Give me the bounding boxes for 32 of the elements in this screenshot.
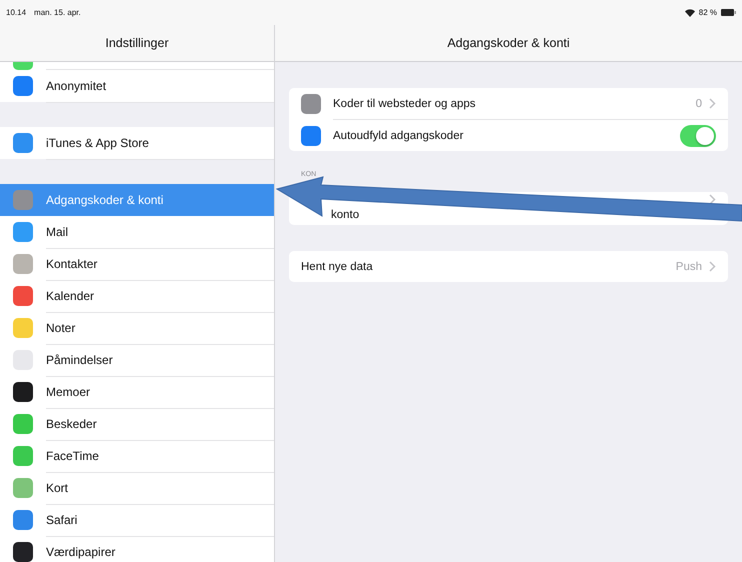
- battery-icon: [721, 9, 736, 16]
- sidebar-item[interactable]: iTunes & App Store: [0, 127, 274, 159]
- sidebar-item[interactable]: FaceTime: [0, 440, 274, 472]
- page-title: Adgangskoder & konti: [447, 36, 570, 50]
- sidebar-item[interactable]: Kort: [0, 472, 274, 504]
- row-value: Push: [676, 260, 702, 272]
- row-value: 0: [696, 98, 702, 110]
- sidebar-title: Indstillinger: [105, 36, 169, 50]
- row-label: Koder til websteder og apps: [333, 98, 477, 110]
- sidebar-item[interactable]: Værdipapirer: [0, 536, 274, 562]
- chevron-icon: [709, 98, 716, 109]
- sidebar-item[interactable]: Kalender: [0, 280, 274, 312]
- status-date: man. 15. apr.: [34, 8, 81, 17]
- sidebar-item[interactable]: Kontakter: [0, 248, 274, 280]
- sidebar-item[interactable]: Påmindelser: [0, 344, 274, 376]
- battery-percent: 82 %: [698, 8, 717, 17]
- settings-row[interactable]: Koder til websteder og apps 0: [289, 88, 728, 119]
- settings-row[interactable]: Autoudfyld adgangskoder: [289, 120, 728, 151]
- wifi-icon: [684, 8, 695, 16]
- sidebar-item[interactable]: Noter: [0, 312, 274, 344]
- sidebar-item[interactable]: Beskeder: [0, 408, 274, 440]
- toggle-switch[interactable]: [680, 124, 716, 146]
- row-label: Hent nye data: [301, 260, 374, 272]
- chevron-icon: [709, 194, 716, 205]
- settings-row[interactable]: Hent nye data Push: [289, 251, 728, 282]
- sidebar-item[interactable]: Mail: [0, 216, 274, 248]
- row-label: konto: [330, 209, 360, 223]
- sidebar-item[interactable]: Memoer: [0, 376, 274, 408]
- row-label: Autoudfyld adgangskoder: [333, 130, 464, 142]
- sidebar-item[interactable]: Safari: [0, 504, 274, 536]
- status-time: 10.14: [6, 8, 26, 17]
- chevron-icon: [709, 261, 716, 272]
